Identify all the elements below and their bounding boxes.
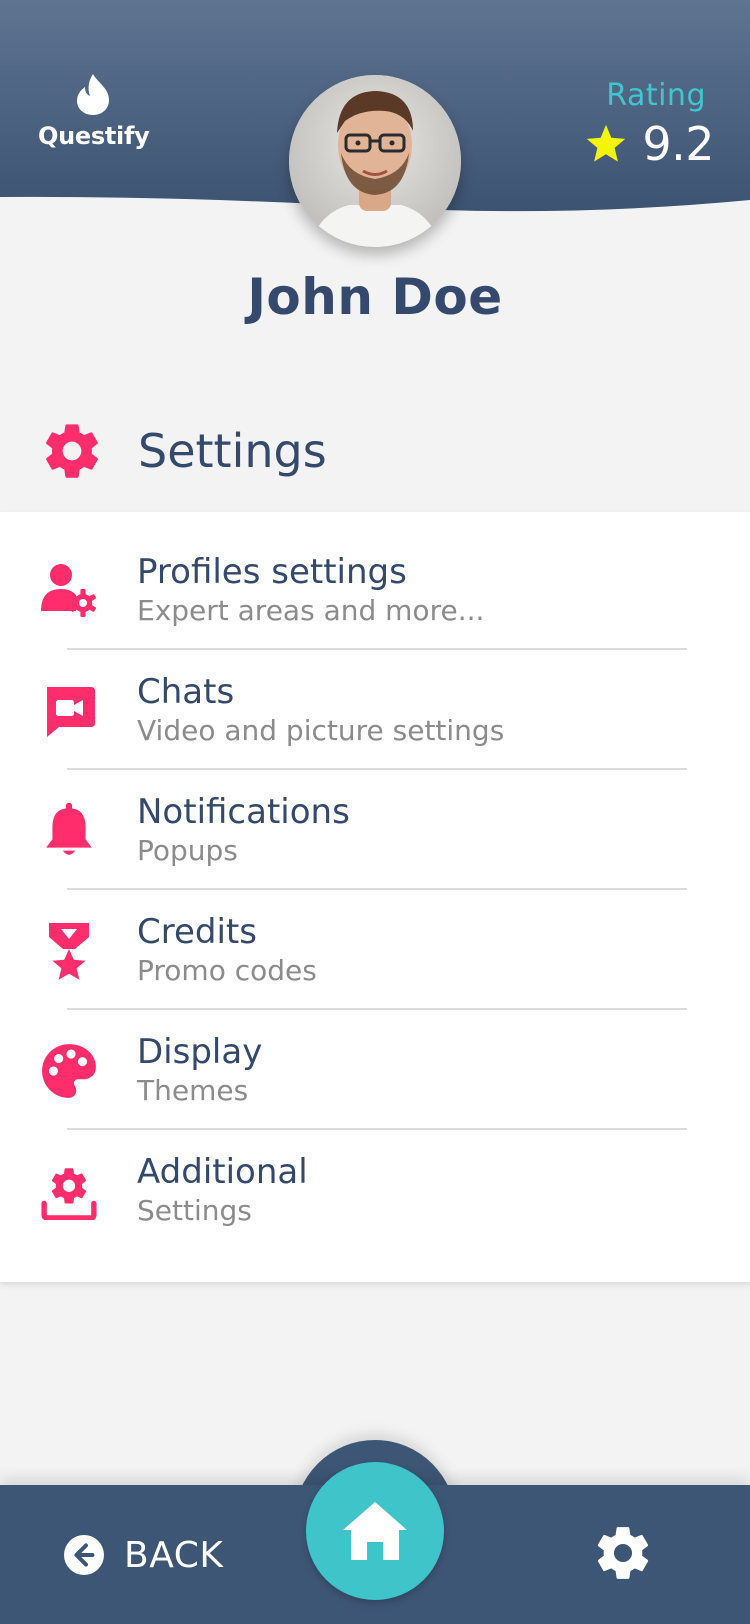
menu-item-label: Additional <box>137 1152 308 1192</box>
menu-item-additional[interactable]: Additional Settings <box>0 1130 750 1250</box>
user-cog-icon <box>38 560 100 622</box>
menu-item-notifications[interactable]: Notifications Popups <box>0 770 750 890</box>
menu-item-label: Display <box>137 1032 263 1072</box>
medal-icon <box>38 920 100 982</box>
video-chat-icon <box>38 680 100 742</box>
menu-item-label: Credits <box>137 912 257 952</box>
section-title: Settings <box>138 424 327 478</box>
rating-block: Rating 9.2 <box>584 78 714 171</box>
palette-icon <box>38 1040 100 1102</box>
app-logo[interactable]: Questify <box>38 72 150 150</box>
menu-item-profiles-settings[interactable]: Profiles settings Expert areas and more.… <box>0 530 750 650</box>
back-label: BACK <box>124 1534 224 1576</box>
back-button[interactable]: BACK <box>64 1532 223 1578</box>
bell-icon <box>38 800 100 862</box>
menu-item-sublabel: Promo codes <box>137 954 317 987</box>
settings-gear-icon[interactable] <box>592 1522 654 1584</box>
rating-value: 9.2 <box>642 117 714 171</box>
menu-item-sublabel: Expert areas and more... <box>137 594 485 627</box>
gear-icon <box>46 424 98 478</box>
rating-label: Rating <box>606 78 706 113</box>
settings-menu: Profiles settings Expert areas and more.… <box>0 512 750 1282</box>
app-name: Questify <box>38 122 150 150</box>
flame-icon <box>77 74 109 115</box>
star-icon <box>587 124 626 162</box>
arrow-left-circle-icon <box>64 1535 104 1575</box>
settings-heading: Settings <box>40 413 327 489</box>
menu-item-label: Notifications <box>137 792 350 832</box>
menu-item-label: Chats <box>137 672 235 712</box>
menu-item-sublabel: Popups <box>137 834 238 867</box>
menu-item-credits[interactable]: Credits Promo codes <box>0 890 750 1010</box>
menu-item-sublabel: Video and picture settings <box>137 714 505 747</box>
home-icon <box>343 1502 407 1560</box>
menu-item-display[interactable]: Display Themes <box>0 1010 750 1130</box>
menu-item-chats[interactable]: Chats Video and picture settings <box>0 650 750 770</box>
menu-item-label: Profiles settings <box>137 552 407 592</box>
avatar[interactable] <box>289 75 461 247</box>
home-button[interactable] <box>306 1462 444 1600</box>
menu-item-sublabel: Settings <box>137 1194 252 1227</box>
menu-item-sublabel: Themes <box>137 1074 249 1107</box>
gear-tray-icon <box>38 1160 100 1222</box>
user-name: John Doe <box>247 268 503 326</box>
avatar-image <box>289 75 461 247</box>
